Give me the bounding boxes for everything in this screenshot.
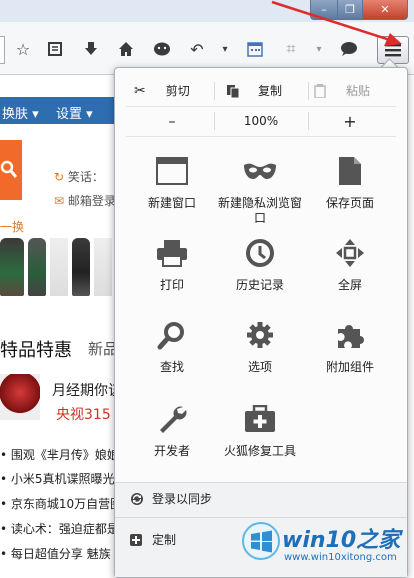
wrench-icon — [160, 406, 187, 433]
separator — [308, 112, 309, 130]
undo-close-tab-icon[interactable]: ↶ — [186, 38, 208, 60]
separator — [126, 136, 396, 137]
save-page-button[interactable]: 保存页面 — [302, 146, 398, 228]
separator — [308, 82, 309, 100]
annotation-arrow — [271, 0, 402, 46]
mail-login-link[interactable]: ✉ 邮箱登录 — [54, 192, 116, 209]
mail-icon: ✉ — [54, 194, 65, 208]
copy-button[interactable]: 复制 — [226, 82, 282, 99]
puzzle-icon — [338, 325, 364, 348]
promo-subtitle[interactable]: 央视315 — [56, 404, 111, 424]
watermark-url: www.win10xitong.com — [284, 552, 397, 563]
new-window-button[interactable]: 新建窗口 — [124, 146, 220, 228]
watermark: win10之家 www.win10xitong.com — [240, 520, 414, 576]
separator — [115, 517, 407, 518]
find-button[interactable]: 查找 — [124, 310, 220, 392]
customize-button[interactable]: 定制 — [130, 531, 176, 548]
news-item[interactable]: • 京东商城10万自营图 — [0, 495, 120, 514]
news-item[interactable]: • 读心术：强迫症都是 — [0, 520, 120, 539]
private-mask-icon — [244, 163, 276, 179]
news-item[interactable]: • 小米5真机谍照曝光 — [0, 470, 120, 489]
windows-logo-icon — [242, 522, 280, 560]
fullscreen-button[interactable]: 全屏 — [302, 228, 398, 310]
paste-button[interactable]: 粘贴 — [314, 82, 370, 99]
url-bar[interactable] — [0, 36, 5, 64]
zoom-reset-button[interactable]: 100% — [215, 114, 307, 128]
addons-button[interactable]: 附加组件 — [302, 310, 398, 392]
history-button[interactable]: 历史记录 — [212, 228, 308, 310]
swap-link[interactable]: 一换 — [0, 218, 24, 235]
news-item[interactable]: • 围观《芈月传》娘娘 — [0, 446, 120, 465]
gear-icon — [247, 322, 273, 348]
search-icon — [157, 322, 184, 350]
cut-button[interactable]: ✂ 剪切 — [134, 82, 190, 99]
options-button[interactable]: 选项 — [212, 310, 308, 392]
watermark-brand: win10之家 — [282, 528, 401, 553]
clipboard-icon — [314, 83, 326, 98]
save-page-icon — [339, 157, 361, 185]
history-clock-icon — [246, 239, 274, 267]
refresh-icon: ↻ — [54, 170, 65, 184]
nav-skin[interactable]: 换肤 ▾ — [2, 103, 39, 122]
new-window-icon — [156, 157, 188, 185]
scissors-icon: ✂ — [134, 82, 146, 99]
developer-button[interactable]: 开发者 — [124, 394, 220, 476]
print-icon — [157, 240, 187, 267]
download-icon[interactable] — [80, 38, 102, 60]
copy-icon — [227, 84, 240, 98]
jokes-link[interactable]: ↻ 笑话： — [54, 168, 104, 185]
deals-heading: 特品特惠 — [0, 340, 72, 361]
separator — [126, 106, 396, 107]
promo-thumbnail[interactable] — [0, 374, 40, 420]
chat-smiley-icon[interactable] — [151, 38, 173, 60]
separator — [214, 82, 215, 100]
news-item[interactable]: • 每日超值分享 魅族 — [0, 545, 120, 564]
fullscreen-icon — [336, 239, 364, 267]
bookmarks-list-icon[interactable] — [44, 38, 66, 60]
product-thumbnails[interactable] — [0, 238, 112, 304]
plus-box-icon — [130, 533, 142, 546]
print-button[interactable]: 打印 — [124, 228, 220, 310]
promo-title[interactable]: 月经期你该 — [52, 380, 122, 400]
repair-tool-button[interactable]: 火狐修复工具 — [212, 394, 308, 476]
nav-settings[interactable]: 设置 ▾ — [56, 103, 93, 122]
sync-icon — [131, 492, 143, 505]
new-private-window-button[interactable]: 新建隐私浏览窗口 — [212, 146, 308, 228]
sign-in-sync-button[interactable]: 登录以同步 — [130, 490, 212, 507]
bookmark-star-icon[interactable]: ☆ — [12, 38, 34, 60]
zoom-in-button[interactable]: + — [338, 112, 362, 131]
search-banner — [0, 140, 22, 200]
chevron-down-icon[interactable]: ▾ — [214, 38, 236, 60]
repair-kit-icon — [245, 405, 275, 432]
home-icon[interactable] — [115, 38, 137, 60]
zoom-out-button[interactable]: – — [160, 114, 184, 130]
